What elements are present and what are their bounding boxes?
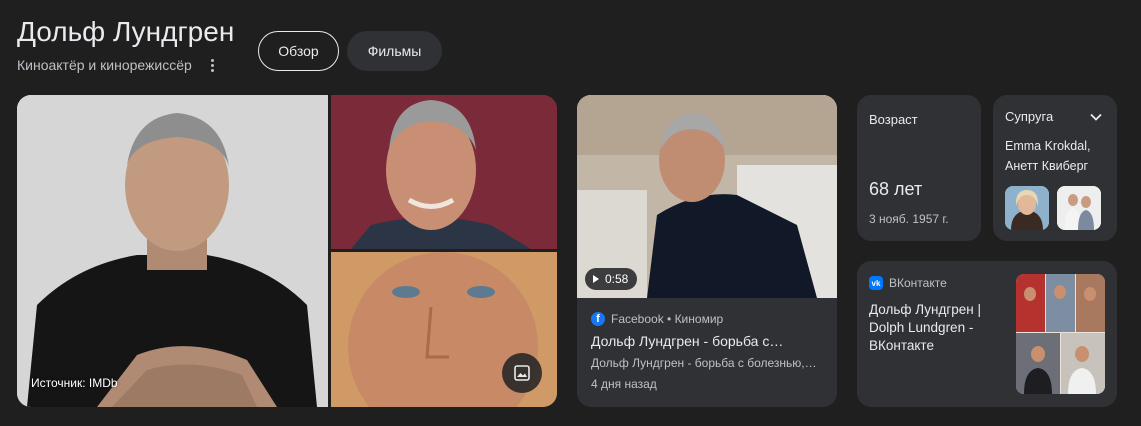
spouse-name-2: Анетт Квиберг	[1005, 159, 1089, 173]
vk-source-label: ВКонтакте	[889, 276, 947, 290]
vk-source: vk ВКонтакте	[869, 276, 947, 290]
video-duration: 0:58	[605, 272, 629, 286]
video-snippet: Дольф Лундгрен - борьба с болезнью,…	[591, 356, 817, 370]
age-card[interactable]: Возраст 68 лет 3 нояб. 1957 г.	[857, 95, 981, 241]
birth-date: 3 нояб. 1957 г.	[869, 212, 949, 226]
age-label: Возраст	[869, 112, 918, 127]
video-date: 4 дня назад	[591, 377, 657, 391]
photo-top-right[interactable]	[331, 95, 557, 249]
spouse-thumbnail-2[interactable]	[1057, 186, 1101, 230]
spouse-photo-1	[1005, 186, 1049, 230]
image-icon	[514, 365, 530, 381]
video-source: f Facebook • Киномир	[591, 312, 723, 326]
spouse-card[interactable]: Супруга Emma Krokdal, Анетт Квиберг	[993, 95, 1117, 241]
chevron-down-icon[interactable]	[1088, 109, 1104, 125]
spouse-names: Emma Krokdal, Анетт Квиберг	[1005, 136, 1090, 176]
vk-icon: vk	[869, 276, 883, 290]
vk-title[interactable]: Дольф Лундгрен | Dolph Lundgren - ВКонта…	[869, 301, 1009, 355]
play-icon	[593, 275, 599, 283]
video-card[interactable]: 0:58 f Facebook • Киномир Дольф Лундгрен…	[577, 95, 837, 407]
vk-collage-image	[1016, 274, 1105, 394]
spouse-name-1: Emma Krokdal,	[1005, 139, 1091, 153]
portrait-image	[17, 95, 328, 407]
spouse-photo-2	[1057, 186, 1101, 230]
tab-films[interactable]: Фильмы	[347, 31, 442, 71]
vk-card[interactable]: vk ВКонтакте Дольф Лундгрен | Dolph Lund…	[857, 261, 1117, 407]
main-photo[interactable]	[17, 95, 328, 407]
video-title[interactable]: Дольф Лундгрен - борьба с…	[591, 333, 783, 349]
portrait-image	[331, 95, 557, 249]
spouse-label: Супруга	[1005, 109, 1054, 124]
facebook-icon: f	[591, 312, 605, 326]
age-value: 68 лет	[869, 179, 923, 199]
tab-overview[interactable]: Обзор	[258, 31, 339, 71]
spouse-thumbnail-1[interactable]	[1005, 186, 1049, 230]
video-thumbnail: 0:58	[577, 95, 837, 298]
page-title: Дольф Лундгрен	[17, 16, 235, 47]
vk-thumbnail	[1016, 274, 1105, 394]
image-source-label: Источник: IMDb	[31, 376, 118, 390]
image-search-button[interactable]	[502, 353, 542, 393]
video-duration-badge: 0:58	[585, 268, 638, 290]
video-source-label: Facebook • Киномир	[611, 312, 724, 326]
subtitle-text: Киноактёр и кинорежиссёр	[17, 57, 192, 73]
entity-subtitle: Киноактёр и кинорежиссёр	[17, 57, 220, 73]
more-options-icon[interactable]	[206, 57, 220, 73]
